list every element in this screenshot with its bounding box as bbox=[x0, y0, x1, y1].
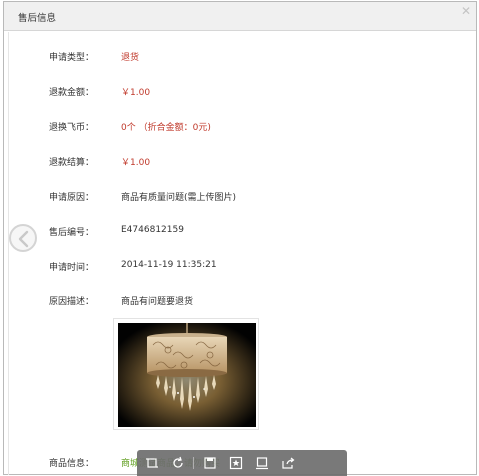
star-icon[interactable] bbox=[229, 456, 243, 470]
field-value-refund-coins: 0个 （折合金额：0元) bbox=[121, 123, 211, 133]
field-label-product-info: 商品信息： bbox=[49, 459, 95, 469]
field-label-apply-type: 申请类型： bbox=[49, 53, 95, 63]
field-value-refund-settlement: ￥1.00 bbox=[121, 158, 151, 168]
field-value-service-number: E4746812159 bbox=[121, 225, 184, 235]
image-toolbar bbox=[137, 450, 347, 476]
field-label-apply-reason: 申请原因： bbox=[49, 193, 95, 203]
rotate-icon[interactable] bbox=[171, 456, 185, 470]
share-icon[interactable] bbox=[281, 456, 295, 470]
close-icon[interactable]: ✕ bbox=[460, 5, 472, 17]
evidence-photo[interactable] bbox=[113, 318, 259, 430]
field-value-apply-time: 2014-11-19 11:35:21 bbox=[121, 260, 217, 270]
field-label-apply-time: 申请时间： bbox=[49, 263, 95, 273]
field-label-reason-description: 原因描述： bbox=[49, 297, 95, 307]
field-value-apply-type: 退货 bbox=[121, 53, 140, 63]
field-label-service-number: 售后编号： bbox=[49, 228, 95, 238]
fit-icon[interactable] bbox=[255, 456, 269, 470]
crop-icon[interactable] bbox=[145, 456, 159, 470]
save-icon[interactable] bbox=[203, 456, 217, 470]
field-value-reason-description: 商品有问题要退货 bbox=[121, 297, 194, 307]
field-label-refund-amount: 退款金额： bbox=[49, 88, 95, 98]
field-label-refund-settlement: 退款结算： bbox=[49, 158, 95, 168]
dialog-title: 售后信息 bbox=[18, 13, 57, 24]
field-value-refund-amount: ￥1.00 bbox=[121, 88, 151, 98]
chevron-left-icon bbox=[18, 230, 29, 248]
chandelier-image bbox=[118, 323, 256, 427]
field-label-refund-coins: 退换飞币： bbox=[49, 123, 95, 133]
dialog-header: 售后信息 ✕ bbox=[4, 2, 476, 31]
previous-button[interactable] bbox=[9, 224, 37, 252]
field-value-apply-reason: 商品有质量问题(需上传图片) bbox=[121, 193, 237, 203]
